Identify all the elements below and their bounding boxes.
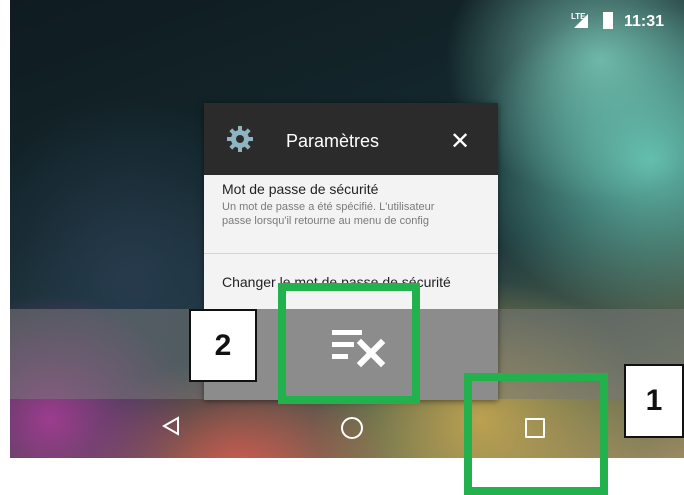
preference-summary-line-2: passe lorsqu'il retourne au menu de conf… [222,215,429,227]
home-icon[interactable] [341,417,363,439]
status-bar: LTE 11:31 [10,0,684,40]
close-icon[interactable]: ✕ [450,127,470,156]
step-label-2: 2 [189,309,257,382]
back-icon[interactable] [162,416,180,436]
divider [204,253,498,254]
status-time: 11:31 [624,13,665,30]
highlight-clear-all [278,283,420,404]
card-header: Paramètres ✕ [204,103,498,175]
preference-title: Mot de passe de sécurité [222,181,379,197]
highlight-recents-button [464,373,608,495]
card-title: Paramètres [286,131,380,151]
battery-icon [603,12,613,29]
signal-icon [574,14,588,28]
preference-summary-line-1: Un mot de passe a été spécifié. L'utilis… [222,201,435,213]
preference-summary: Un mot de passe a été spécifié. L'utilis… [222,200,498,228]
gear-icon [227,126,253,152]
step-label-1: 1 [624,364,684,438]
